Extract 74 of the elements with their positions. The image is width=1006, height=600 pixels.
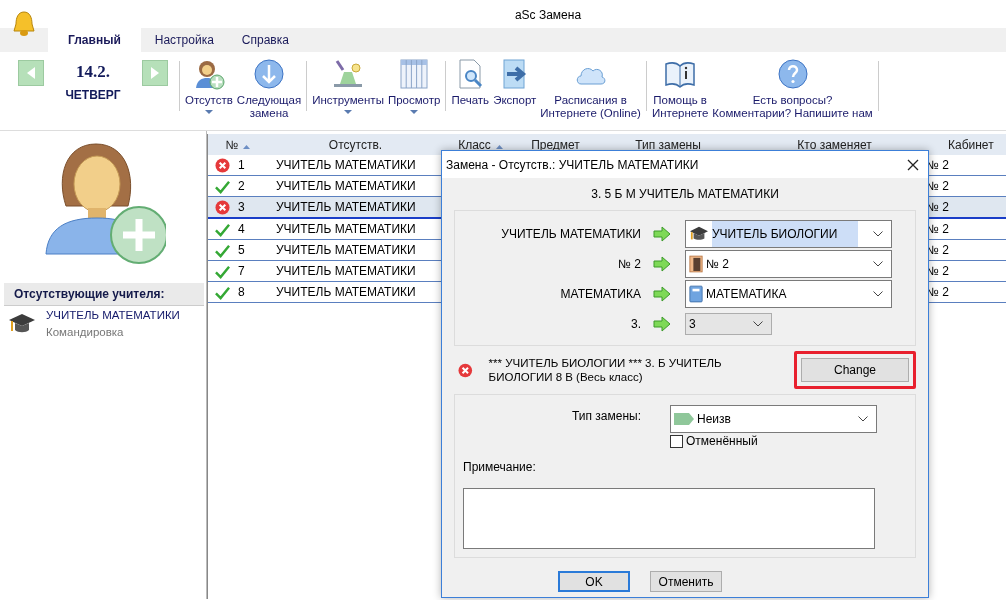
ribbon-button[interactable]: Отсутств	[183, 58, 235, 114]
arrow-right-icon	[653, 256, 671, 272]
dropdown-field[interactable]: УЧИТЕЛЬ БИОЛОГИИ	[685, 220, 892, 248]
absence-reason: Командировка	[46, 326, 125, 338]
chevron-down-icon	[873, 261, 883, 267]
left-triangle-icon	[26, 67, 36, 79]
door-icon	[689, 255, 703, 273]
cancelled-checkbox[interactable]: Отменённый	[670, 434, 877, 448]
absent-teacher-cell: УЧИТЕЛЬ МАТЕМАТИКИ	[276, 179, 416, 193]
ribbon-button[interactable]: Экспорт	[491, 58, 539, 107]
dropdown-field[interactable]: 3	[685, 313, 772, 335]
dialog-title: Замена - Отсутств.: УЧИТЕЛЬ МАТЕМАТИКИ	[446, 157, 699, 172]
chevron-down-icon	[753, 321, 763, 327]
row-number: 3	[238, 200, 245, 214]
lesson-summary: 3. 5 Б М УЧИТЕЛЬ МАТЕМАТИКИ	[590, 187, 780, 201]
dialog-button[interactable]: Отменить	[650, 571, 722, 592]
book-icon	[689, 285, 703, 303]
absent-teacher-cell: УЧИТЕЛЬ МАТЕМАТИКИ	[276, 158, 416, 172]
row-number: 5	[238, 243, 245, 257]
field-label: 3.	[630, 317, 641, 331]
ribbon-button[interactable]: Печать	[449, 58, 492, 107]
right-triangle-icon	[150, 67, 160, 79]
worker-icon	[332, 58, 365, 90]
chevron-down-icon	[858, 416, 868, 422]
chevron-down-icon	[873, 291, 883, 297]
ribbon-button[interactable]: Просмотр	[385, 58, 443, 114]
note-field[interactable]	[463, 488, 875, 549]
help-icon	[776, 58, 809, 90]
ribbon-button[interactable]: Инструменты	[310, 58, 386, 114]
field-label: № 2	[617, 257, 641, 271]
dialog-button[interactable]: OK	[558, 571, 630, 592]
absent-teacher-cell: УЧИТЕЛЬ МАТЕМАТИКИ	[276, 222, 416, 236]
date-label: 14.2.	[76, 62, 110, 82]
row-number: 8	[238, 285, 245, 299]
window-title: aSc Замена	[513, 7, 582, 22]
arrow-right-icon	[653, 226, 671, 242]
absent-teacher-cell: УЧИТЕЛЬ МАТЕМАТИКИ	[276, 243, 416, 257]
arrow-right-icon	[653, 316, 671, 332]
field-label: УЧИТЕЛЬ МАТЕМАТИКИ	[500, 227, 641, 241]
change-button[interactable]: Change	[801, 358, 909, 382]
grid-icon	[398, 58, 431, 90]
ribbon-tab[interactable]: Справка	[227, 28, 303, 52]
ribbon-tab[interactable]: Настройка	[140, 28, 228, 52]
column-header[interactable]: Класс	[443, 134, 518, 155]
ribbon-button[interactable]: Есть вопросы? Комментарии? Напишите нам	[710, 58, 875, 120]
column-header[interactable]: Отсутств.	[268, 134, 443, 155]
ribbon-button[interactable]: Следующая замена	[234, 58, 304, 120]
absent-teacher-cell: УЧИТЕЛЬ МАТЕМАТИКИ	[276, 200, 416, 214]
field-label: Тип замены:	[570, 408, 642, 425]
row-number: 7	[238, 264, 245, 278]
field-label: МАТЕМАТИКА	[559, 287, 641, 301]
error-icon	[458, 362, 473, 378]
section-header: Отсутствующие учителя:	[4, 283, 204, 306]
conflict-message: *** УЧИТЕЛЬ БИОЛОГИИ *** 3. Б УЧИТЕЛЬ БИОЛОГИИ 8 В (Весь класс)	[488, 356, 723, 384]
graduation-cap-icon	[689, 225, 709, 243]
note-label: Примечание:	[463, 460, 537, 474]
chevron-down-icon	[873, 231, 883, 237]
row-number: 4	[238, 222, 245, 236]
ribbon-tab[interactable]: Главный	[48, 28, 141, 52]
row-number: 2	[238, 179, 245, 193]
arrow-right-icon	[653, 286, 671, 302]
absent-teacher-cell: УЧИТЕЛЬ МАТЕМАТИКИ	[276, 285, 416, 299]
dropdown-field[interactable]: МАТЕМАТИКА	[685, 280, 892, 308]
ribbon-button[interactable]: Расписания в Интернете (Online)	[538, 58, 643, 120]
weekday-label: ЧЕТВЕРГ	[65, 88, 121, 102]
dropdown-field[interactable]: № 2	[685, 250, 892, 278]
close-icon[interactable]	[907, 158, 919, 171]
column-header[interactable]: №	[208, 134, 268, 155]
dropdown-field[interactable]: Неизв	[670, 405, 877, 433]
column-header[interactable]: Кабинет	[926, 134, 1006, 155]
row-number: 1	[238, 158, 245, 172]
teacher-name[interactable]: УЧИТЕЛЬ МАТЕМАТИКИ	[46, 309, 180, 321]
absent-teacher-cell: УЧИТЕЛЬ МАТЕМАТИКИ	[276, 264, 416, 278]
ribbon-button[interactable]: Помощь в Интернете	[649, 58, 711, 120]
